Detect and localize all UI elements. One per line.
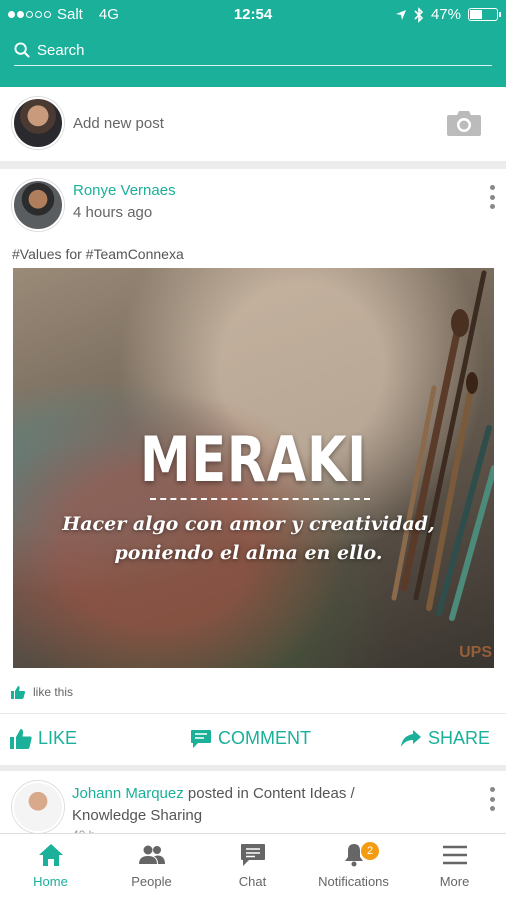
share-button[interactable]: SHARE bbox=[400, 728, 490, 749]
tab-notifications[interactable]: 2 Notifications bbox=[303, 842, 404, 889]
likes-label: like this bbox=[33, 685, 74, 699]
thumbs-up-icon bbox=[11, 685, 25, 699]
comment-button[interactable]: COMMENT bbox=[190, 728, 311, 749]
notification-badge: 2 bbox=[361, 842, 379, 860]
post-header: Johann Marquez posted in Content Ideas / bbox=[72, 785, 355, 802]
add-post-card[interactable]: Add new post bbox=[0, 87, 506, 161]
image-title: MERAKI bbox=[139, 423, 368, 496]
battery-percent: 47% bbox=[430, 6, 461, 23]
likes-summary[interactable]: like this bbox=[11, 685, 73, 699]
location-arrow-icon bbox=[395, 9, 406, 20]
share-arrow-icon bbox=[401, 729, 421, 747]
avatar[interactable] bbox=[12, 781, 64, 833]
battery-icon bbox=[468, 8, 501, 21]
post-card: Ronye Vernaes 4 hours ago #Values for #T… bbox=[0, 169, 506, 765]
post-image[interactable]: MERAKI Hacer algo con amor y creatividad… bbox=[13, 268, 494, 668]
camera-icon[interactable] bbox=[446, 109, 482, 137]
tab-more[interactable]: More bbox=[404, 842, 505, 889]
tab-people[interactable]: People bbox=[101, 842, 202, 889]
thumbs-up-icon bbox=[10, 728, 32, 749]
search-icon bbox=[14, 42, 30, 58]
like-button[interactable]: LIKE bbox=[10, 728, 77, 749]
bluetooth-icon bbox=[414, 6, 424, 23]
post-category[interactable]: Knowledge Sharing bbox=[72, 807, 202, 824]
people-icon bbox=[138, 845, 165, 864]
add-post-label[interactable]: Add new post bbox=[73, 115, 164, 132]
menu-icon bbox=[442, 845, 467, 865]
avatar[interactable] bbox=[12, 179, 64, 231]
comment-icon bbox=[191, 729, 211, 748]
more-options-icon[interactable] bbox=[490, 787, 496, 811]
chat-icon bbox=[240, 844, 265, 866]
image-watermark: UPS bbox=[459, 644, 492, 661]
more-options-icon[interactable] bbox=[490, 185, 496, 209]
post-author[interactable]: Johann Marquez bbox=[72, 785, 184, 802]
app-header: Salt 4G 12:54 47% Search bbox=[0, 0, 506, 87]
home-icon bbox=[38, 844, 63, 866]
post-time: 4 hours ago bbox=[73, 204, 153, 221]
post-actions: LIKE COMMENT SHARE bbox=[0, 713, 506, 765]
bottom-tab-bar: Home People Chat 2 Notifications More bbox=[0, 833, 506, 900]
avatar bbox=[12, 97, 64, 149]
tab-home[interactable]: Home bbox=[0, 842, 101, 889]
tab-chat[interactable]: Chat bbox=[202, 842, 303, 889]
search-input[interactable]: Search bbox=[14, 36, 492, 66]
post-text: #Values for #TeamConnexa bbox=[12, 246, 184, 262]
post-author[interactable]: Ronye Vernaes bbox=[73, 182, 176, 199]
divider bbox=[150, 498, 370, 500]
status-bar: Salt 4G 12:54 47% bbox=[0, 0, 506, 30]
image-subtitle: Hacer algo con amor y creatividad, ponie… bbox=[62, 513, 435, 564]
search-placeholder: Search bbox=[37, 42, 85, 59]
posted-in-label: posted in Content Ideas / bbox=[187, 785, 355, 802]
